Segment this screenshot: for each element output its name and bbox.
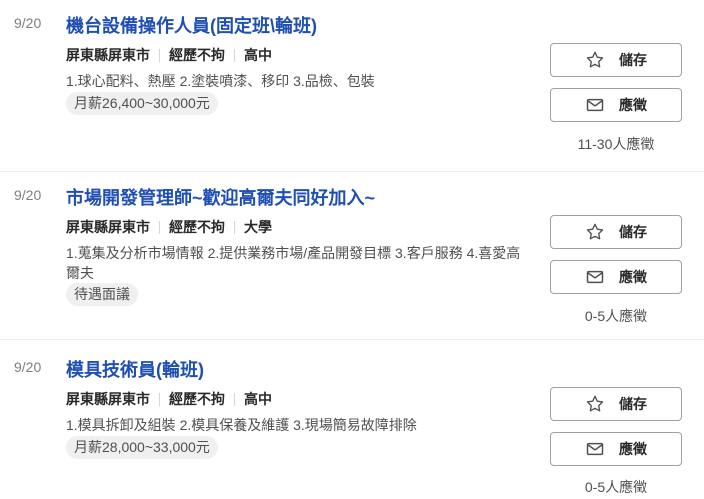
save-label: 儲存 [619,396,647,412]
job-description: 1.模具拆卸及組裝 2.模具保養及維護 3.現場簡易故障排除 [66,417,417,433]
envelope-icon [585,439,605,459]
applicant-count: 11-30人應徵 [577,136,655,152]
location: 屏東縣屏東市 [66,219,150,235]
save-button[interactable]: 儲存 [550,387,682,421]
post-date: 9/20 [14,359,42,375]
job-title-link[interactable]: 市場開發管理師~歡迎高爾夫同好加入~ [66,184,375,210]
save-label: 儲存 [619,224,647,240]
applicant-count: 0-5人應徵 [584,308,648,324]
divider [159,220,160,234]
star-icon [585,50,605,70]
job-title-link[interactable]: 機台設備操作人員(固定班\輪班) [66,12,317,38]
apply-button[interactable]: 應徵 [550,88,682,122]
education: 高中 [244,391,272,407]
post-date: 9/20 [14,187,42,203]
star-icon [585,222,605,242]
experience: 經歷不拘 [169,391,225,407]
experience: 經歷不拘 [169,219,225,235]
location: 屏東縣屏東市 [66,391,150,407]
job-card: 9/20 市場開發管理師~歡迎高爾夫同好加入~ 屏東縣屏東市 經歷不拘 大學 1… [0,168,704,340]
education: 高中 [244,47,272,63]
job-description: 1.球心配料、熱壓 2.塗裝噴漆、移印 3.品檢、包裝 [66,73,375,89]
applicant-count: 0-5人應徵 [584,479,648,495]
envelope-icon [585,267,605,287]
job-card: 9/20 模具技術員(輪班) 屏東縣屏東市 經歷不拘 高中 1.模具拆卸及組裝 … [0,340,704,499]
apply-button[interactable]: 應徵 [550,432,682,466]
job-card: 9/20 機台設備操作人員(固定班\輪班) 屏東縣屏東市 經歷不拘 高中 1.球… [0,0,704,172]
job-meta: 屏東縣屏東市 經歷不拘 高中 [66,45,272,65]
save-label: 儲存 [619,52,647,68]
divider [234,220,235,234]
salary-tag: 待遇面議 [66,283,138,306]
location: 屏東縣屏東市 [66,47,150,63]
job-title-link[interactable]: 模具技術員(輪班) [66,356,204,382]
apply-label: 應徵 [619,269,647,285]
job-meta: 屏東縣屏東市 經歷不拘 高中 [66,389,272,409]
apply-button[interactable]: 應徵 [550,260,682,294]
apply-label: 應徵 [619,97,647,113]
divider [159,392,160,406]
divider [159,48,160,62]
divider [234,48,235,62]
salary-tag: 月薪28,000~33,000元 [66,436,218,459]
job-description: 1.蒐集及分析市場情報 2.提供業務市場/產品開發目標 3.客戶服務 4.喜愛高… [66,245,521,281]
save-button[interactable]: 儲存 [550,43,682,77]
experience: 經歷不拘 [169,47,225,63]
divider [234,392,235,406]
envelope-icon [585,95,605,115]
save-button[interactable]: 儲存 [550,215,682,249]
star-icon [585,394,605,414]
education: 大學 [244,219,272,235]
apply-label: 應徵 [619,441,647,457]
post-date: 9/20 [14,15,42,31]
job-meta: 屏東縣屏東市 經歷不拘 大學 [66,217,272,237]
salary-tag: 月薪26,400~30,000元 [66,92,218,115]
